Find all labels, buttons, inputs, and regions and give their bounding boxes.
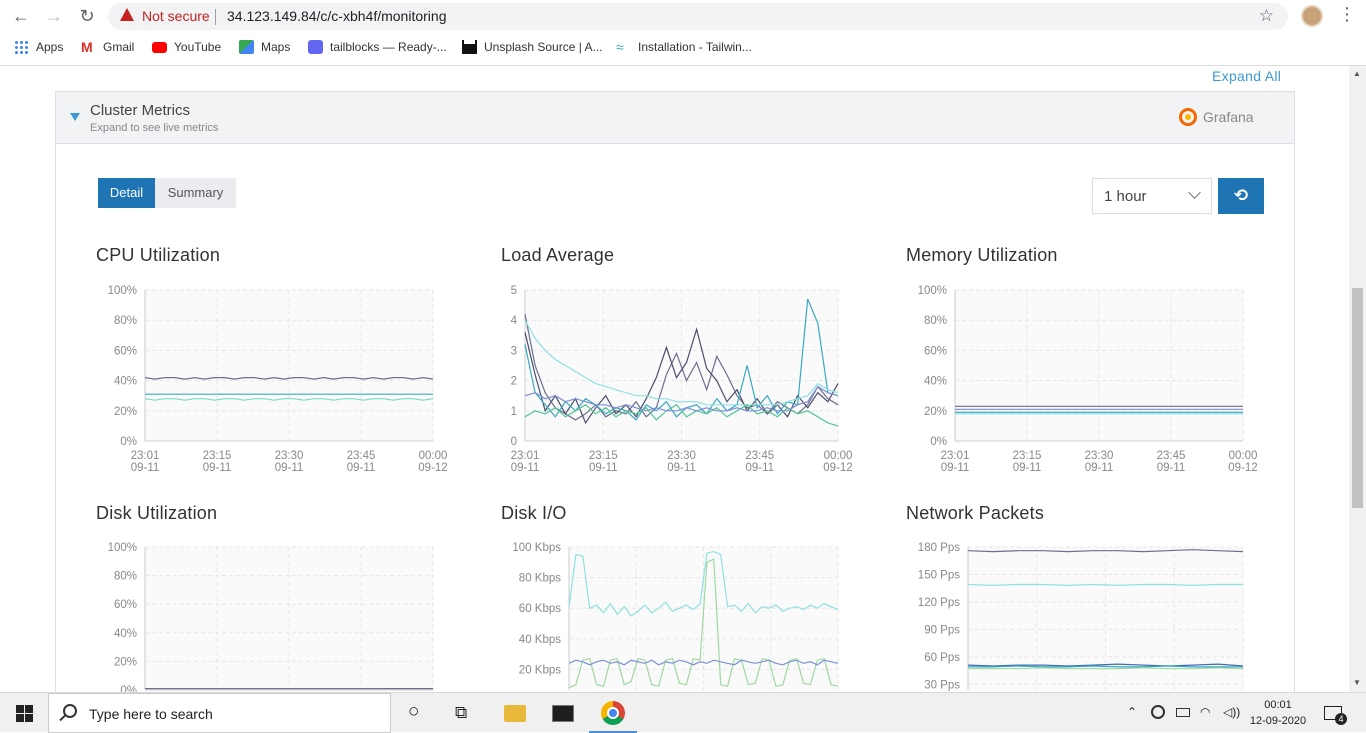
search-icon <box>63 704 77 718</box>
y-tick-label: 30 Pps <box>924 679 960 691</box>
chrome-taskbar-icon[interactable] <box>601 701 625 725</box>
scroll-down-icon[interactable]: ▼ <box>1353 678 1361 687</box>
task-view-icon[interactable]: ⧉ <box>455 703 467 723</box>
series-line <box>967 583 1243 587</box>
notification-count-badge: 4 <box>1335 713 1347 725</box>
file-explorer-icon[interactable] <box>504 705 526 722</box>
windows-taskbar: Type here to search ○ ⧉ ⌃ ◠ ◁)) 00:01 12… <box>0 692 1366 733</box>
volume-icon[interactable]: ◁)) <box>1223 705 1240 719</box>
tray-chevron-icon[interactable]: ⌃ <box>1127 705 1137 719</box>
battery-icon[interactable] <box>1176 708 1190 717</box>
y-tick-label: 180 Pps <box>918 542 960 554</box>
taskbar-search[interactable]: Type here to search <box>48 693 391 733</box>
y-tick-label: 120 Pps <box>918 597 960 609</box>
page-scrollbar[interactable]: ▲ ▼ <box>1349 66 1366 692</box>
clock-date: 12-09-2020 <box>1249 715 1307 727</box>
clock-time: 00:01 <box>1264 699 1292 711</box>
cortana-icon[interactable]: ○ <box>408 701 419 723</box>
taskbar-clock[interactable]: 00:01 12-09-2020 <box>1248 697 1308 729</box>
network-packets-chart[interactable]: 30 Pps 60 Pps 90 Pps 120 Pps 150 Pps 180 Pps <box>0 0 1366 692</box>
network-error-icon[interactable] <box>1151 705 1165 719</box>
wifi-icon[interactable]: ◠ <box>1200 705 1210 719</box>
terminal-icon[interactable] <box>552 705 574 722</box>
scroll-up-icon[interactable]: ▲ <box>1353 69 1361 78</box>
windows-start-icon[interactable] <box>16 705 33 722</box>
y-tick-label: 150 Pps <box>918 569 960 581</box>
search-placeholder: Type here to search <box>89 706 213 722</box>
scroll-thumb[interactable] <box>1352 288 1363 508</box>
y-tick-label: 90 Pps <box>924 624 960 636</box>
y-tick-label: 60 Pps <box>924 652 960 664</box>
